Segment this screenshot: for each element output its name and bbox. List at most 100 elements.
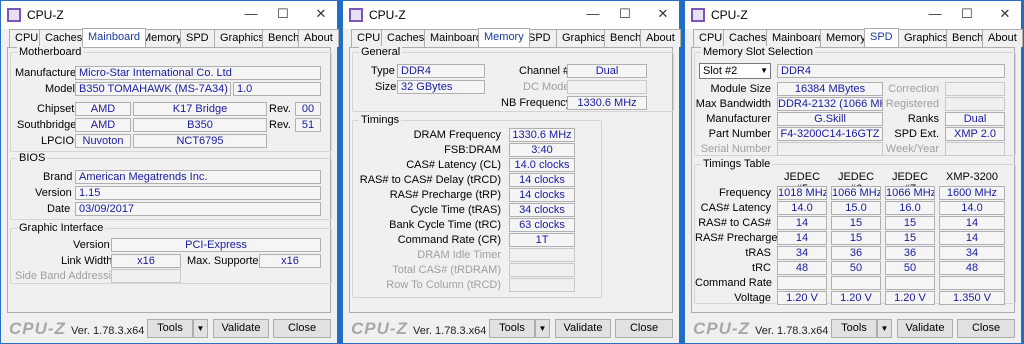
- tab-about[interactable]: About: [298, 29, 339, 47]
- close-button[interactable]: Close: [957, 319, 1015, 338]
- type-value: DDR4: [397, 64, 485, 78]
- close-window-button[interactable]: ✕: [311, 5, 331, 23]
- validate-button[interactable]: Validate: [213, 319, 269, 338]
- close-window-button[interactable]: ✕: [653, 5, 673, 23]
- tools-button[interactable]: Tools: [489, 319, 535, 338]
- spd-row-label: tRC: [752, 262, 771, 274]
- spd-cell: 1066 MHz: [885, 186, 935, 200]
- tab-bar: CPU Caches Mainboard Memory SPD Graphics…: [351, 28, 681, 47]
- spd-row-label: RAS# to CAS#: [698, 217, 771, 229]
- bottom-bar: CPU-Z Ver. 1.78.3.x64 Tools ▼ Validate C…: [685, 313, 1021, 343]
- minimize-button[interactable]: —: [583, 5, 603, 23]
- bios-group-label: BIOS: [17, 152, 48, 164]
- manufacturer-value: Micro-Star International Co. Ltd: [75, 66, 321, 80]
- version-text: Ver. 1.78.3.x64: [755, 325, 829, 337]
- tab-memory[interactable]: Memory: [478, 28, 530, 47]
- title-bar[interactable]: CPU-Z — ☐ ✕: [1, 1, 337, 29]
- slot-select[interactable]: Slot #2 ▼: [699, 63, 771, 79]
- maximize-button[interactable]: ☐: [615, 5, 635, 23]
- tab-bar: CPU Caches Mainboard Memory SPD Graphics…: [693, 28, 1023, 47]
- tools-dropdown-icon[interactable]: ▼: [193, 319, 208, 338]
- title-bar[interactable]: CPU-Z — ☐ ✕: [343, 1, 679, 29]
- validate-button[interactable]: Validate: [897, 319, 953, 338]
- registered-value: [945, 97, 1005, 111]
- close-button[interactable]: Close: [615, 319, 673, 338]
- part-number-value: F4-3200C14-16GTZ: [777, 127, 883, 141]
- cpuz-brand-logo: CPU-Z: [693, 319, 750, 338]
- spd-row-label: Command Rate: [695, 277, 773, 289]
- tab-about[interactable]: About: [982, 29, 1023, 47]
- lpcio-label: LPCIO: [41, 135, 75, 147]
- model-revision-value: 1.0: [233, 82, 321, 96]
- channel-value: Dual: [567, 64, 647, 78]
- chevron-down-icon: ▼: [760, 66, 768, 75]
- close-window-button[interactable]: ✕: [995, 5, 1015, 23]
- window-title: CPU-Z: [27, 8, 64, 22]
- maximize-button[interactable]: ☐: [273, 5, 293, 23]
- spd-cell: 50: [885, 261, 935, 275]
- module-size-label: Module Size: [710, 83, 771, 95]
- bios-brand-value: American Megatrends Inc.: [75, 170, 321, 184]
- registered-label: Registered: [885, 98, 939, 110]
- close-button[interactable]: Close: [273, 319, 331, 338]
- fsb-dram-value: 3:40: [509, 143, 575, 157]
- dc-mode-label: DC Mode: [523, 81, 570, 93]
- title-bar[interactable]: CPU-Z — ☐ ✕: [685, 1, 1021, 29]
- type-label: Type: [371, 65, 395, 77]
- spd-row-label: tRAS: [745, 247, 771, 259]
- spd-cell: 1018 MHz: [777, 186, 827, 200]
- correction-label: Correction: [888, 83, 939, 95]
- size-label: Size: [375, 81, 397, 93]
- tools-button[interactable]: Tools: [831, 319, 877, 338]
- mainboard-panel: Motherboard Manufacturer Micro-Star Inte…: [7, 46, 332, 313]
- maximize-button[interactable]: ☐: [957, 5, 977, 23]
- manufacturer-label: Manufacturer: [15, 67, 80, 79]
- spd-cell: 48: [777, 261, 827, 275]
- dram-frequency-value: 1330.6 MHz: [509, 128, 575, 142]
- cpuz-brand-logo: CPU-Z: [9, 319, 66, 338]
- tab-caches[interactable]: Caches: [39, 29, 89, 47]
- tab-about[interactable]: About: [640, 29, 681, 47]
- chipset-label: Chipset: [37, 103, 75, 115]
- spd-cell: 15.0: [831, 201, 881, 215]
- spd-cell: 15: [831, 216, 881, 230]
- tab-mainboard[interactable]: Mainboard: [82, 28, 146, 47]
- part-number-label: Part Number: [708, 128, 771, 140]
- tab-caches[interactable]: Caches: [381, 29, 431, 47]
- timings-table-label: Timings Table: [701, 158, 773, 170]
- minimize-button[interactable]: —: [241, 5, 261, 23]
- trc-label: Bank Cycle Time (tRC): [389, 219, 501, 231]
- bios-brand-label: Brand: [43, 171, 73, 183]
- ranks-value: Dual: [945, 112, 1005, 126]
- total-cas-value: [509, 263, 575, 277]
- spd-cell: 14: [939, 216, 1005, 230]
- window-title: CPU-Z: [711, 8, 748, 22]
- spd-cell: 14: [939, 231, 1005, 245]
- side-band-addressing-label: Side Band Addressing: [15, 270, 124, 282]
- spd-cell: 1.350 V: [939, 291, 1005, 305]
- serial-number-label: Serial Number: [700, 143, 771, 155]
- memory-slot-selection-label: Memory Slot Selection: [701, 46, 816, 58]
- correction-value: [945, 82, 1005, 96]
- timings-group-label: Timings: [359, 114, 402, 126]
- validate-button[interactable]: Validate: [555, 319, 611, 338]
- trcd-label: RAS# to CAS# Delay (tRCD): [359, 174, 501, 186]
- window-title: CPU-Z: [369, 8, 406, 22]
- spd-cell: 15: [885, 216, 935, 230]
- cpuz-window-memory: CPU-Z — ☐ ✕ CPU Caches Mainboard Memory …: [342, 0, 681, 344]
- lpcio-vendor-value: Nuvoton: [75, 134, 131, 148]
- spd-cell: 14.0: [939, 201, 1005, 215]
- tab-bar: CPU Caches Mainboard Memory SPD Graphics…: [9, 28, 339, 47]
- motherboard-group-label: Motherboard: [17, 46, 84, 58]
- tab-spd[interactable]: SPD: [180, 29, 215, 47]
- side-band-addressing-value: [111, 269, 181, 283]
- tools-button[interactable]: Tools: [147, 319, 193, 338]
- spd-cell: 48: [939, 261, 1005, 275]
- tab-caches[interactable]: Caches: [723, 29, 773, 47]
- tools-dropdown-icon[interactable]: ▼: [877, 319, 892, 338]
- spd-cell: [831, 276, 881, 290]
- spd-cell: 14: [777, 231, 827, 245]
- tab-spd[interactable]: SPD: [864, 28, 899, 47]
- minimize-button[interactable]: —: [925, 5, 945, 23]
- tools-dropdown-icon[interactable]: ▼: [535, 319, 550, 338]
